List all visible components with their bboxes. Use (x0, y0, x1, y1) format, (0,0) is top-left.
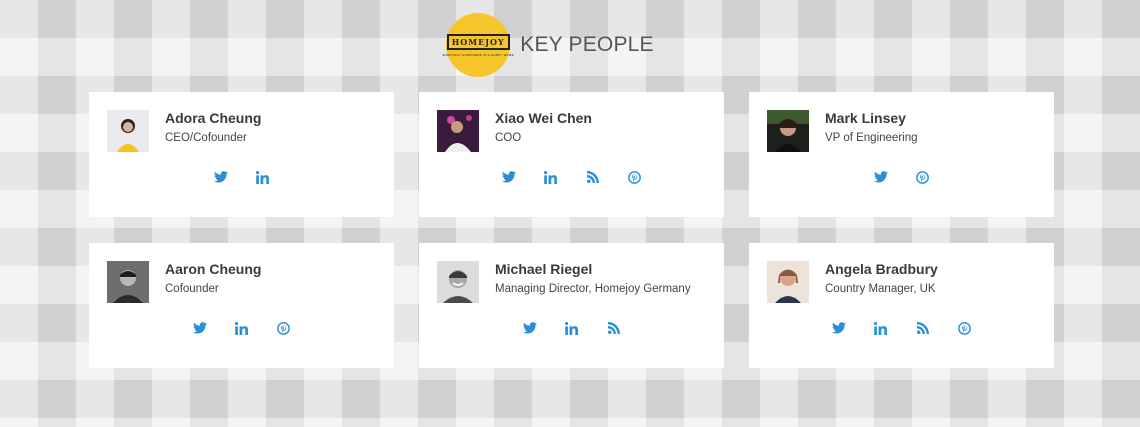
person-card: Angela Bradbury Country Manager, UK (749, 243, 1054, 368)
twitter-icon[interactable] (212, 168, 230, 186)
homejoy-logo[interactable]: HOMEJOY everyday happiness in a happy ho… (443, 13, 514, 77)
avatar (767, 261, 809, 303)
person-card: Aaron Cheung Cofounder (89, 243, 394, 368)
person-name[interactable]: Adora Cheung (165, 110, 261, 126)
person-role: CEO/Cofounder (165, 132, 247, 144)
person-card: Xiao Wei Chen COO (419, 92, 724, 217)
twitter-icon[interactable] (521, 319, 539, 337)
logo-tagline: everyday happiness in a happy home (442, 52, 514, 57)
page-header: HOMEJOY everyday happiness in a happy ho… (0, 12, 1140, 78)
logo-wordmark: HOMEJOY (446, 33, 510, 50)
avatar (107, 110, 149, 152)
person-name[interactable]: Michael Riegel (495, 261, 592, 277)
person-card: Mark Linsey VP of Engineering (749, 92, 1054, 217)
twitter-icon[interactable] (872, 168, 890, 186)
avatar (437, 110, 479, 152)
linkedin-icon[interactable] (233, 319, 251, 337)
linkedin-icon[interactable] (254, 168, 272, 186)
person-role: COO (495, 132, 522, 144)
person-name[interactable]: Xiao Wei Chen (495, 110, 592, 126)
rss-icon[interactable] (584, 168, 602, 186)
person-role: VP of Engineering (825, 132, 918, 144)
person-role: Managing Director, Homejoy Germany (495, 283, 691, 295)
avatar (107, 261, 149, 303)
linkedin-icon[interactable] (542, 168, 560, 186)
pinterest-icon[interactable] (914, 168, 932, 186)
person-role: Cofounder (165, 283, 219, 295)
pinterest-icon[interactable] (275, 319, 293, 337)
page-title: KEY PEOPLE (520, 33, 654, 56)
social-links (419, 319, 724, 337)
social-links (419, 168, 724, 186)
social-links (749, 319, 1054, 337)
person-name[interactable]: Mark Linsey (825, 110, 906, 126)
twitter-icon[interactable] (191, 319, 209, 337)
rss-icon[interactable] (914, 319, 932, 337)
linkedin-icon[interactable] (563, 319, 581, 337)
pinterest-icon[interactable] (956, 319, 974, 337)
person-name[interactable]: Aaron Cheung (165, 261, 261, 277)
pinterest-icon[interactable] (626, 168, 644, 186)
social-links (749, 168, 1054, 186)
person-card: Adora Cheung CEO/Cofounder (89, 92, 394, 217)
linkedin-icon[interactable] (872, 319, 890, 337)
person-name[interactable]: Angela Bradbury (825, 261, 938, 277)
person-card: Michael Riegel Managing Director, Homejo… (419, 243, 724, 368)
twitter-icon[interactable] (830, 319, 848, 337)
social-links (89, 319, 394, 337)
rss-icon[interactable] (605, 319, 623, 337)
person-role: Country Manager, UK (825, 283, 936, 295)
social-links (89, 168, 394, 186)
avatar (437, 261, 479, 303)
twitter-icon[interactable] (500, 168, 518, 186)
avatar (767, 110, 809, 152)
